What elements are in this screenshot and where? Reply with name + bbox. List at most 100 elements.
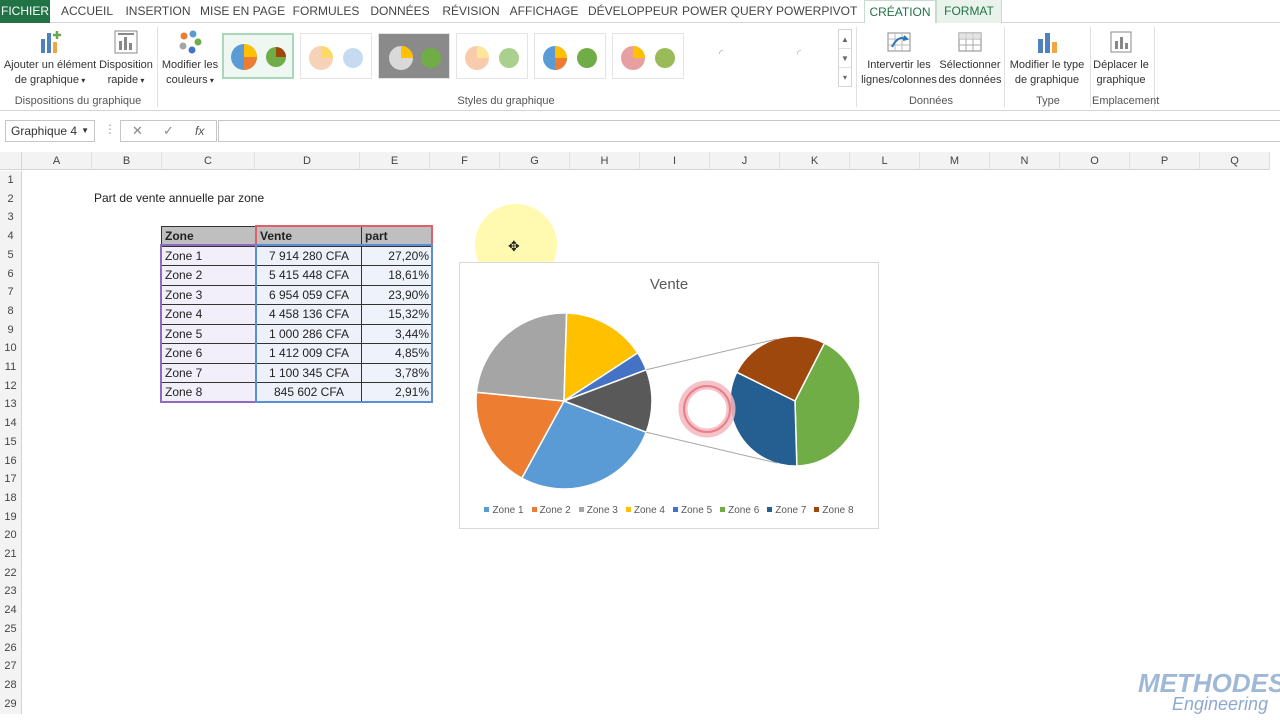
row-header[interactable]: 7 (0, 283, 22, 303)
column-header[interactable]: M (920, 152, 990, 170)
column-header[interactable]: C (162, 152, 255, 170)
cell-part[interactable]: 18,61% (361, 265, 433, 286)
cell-part[interactable]: 3,78% (361, 362, 433, 383)
chart-title[interactable]: Vente (460, 276, 878, 293)
column-header[interactable]: G (500, 152, 570, 170)
column-header[interactable]: B (92, 152, 162, 170)
chart-plot-area[interactable] (460, 293, 878, 533)
row-header[interactable]: 3 (0, 208, 22, 228)
chart-style-4[interactable] (456, 33, 528, 79)
pie-slice-zone-3[interactable] (475, 312, 568, 402)
cell-vente[interactable]: 6 954 059 CFA (256, 284, 362, 305)
row-header[interactable]: 4 (0, 227, 22, 247)
tab-creation[interactable]: CRÉATION (864, 0, 936, 24)
pie-of-pie-chart[interactable]: Vente Zone 1 Zone 2 Zone 3 Zone 4 Zone 5 Zone… (459, 262, 879, 529)
tab-revision[interactable]: RÉVISION (440, 0, 502, 23)
column-header[interactable]: J (710, 152, 780, 170)
legend-item[interactable]: Zone 5 (673, 505, 712, 516)
row-header[interactable]: 13 (0, 395, 22, 415)
scroll-down-icon[interactable]: ▼ (839, 49, 851, 68)
tab-affichage[interactable]: AFFICHAGE (508, 0, 580, 23)
header-zone[interactable]: Zone (161, 226, 257, 247)
chart-style-6[interactable] (612, 33, 684, 79)
legend-item[interactable]: Zone 8 (814, 505, 854, 516)
chart-style-1[interactable] (222, 33, 294, 79)
insert-function-icon[interactable]: fx (195, 124, 204, 138)
row-header[interactable]: 20 (0, 526, 22, 546)
cell-zone[interactable]: Zone 3 (161, 284, 257, 305)
switch-row-column-button[interactable]: Intervertir les lignes/colonnes (860, 29, 938, 88)
column-header[interactable]: L (850, 152, 920, 170)
row-header[interactable]: 22 (0, 563, 22, 583)
cell-part[interactable]: 15,32% (361, 304, 433, 325)
tab-mise-en-page[interactable]: MISE EN PAGE (200, 0, 285, 23)
cell-vente[interactable]: 1 412 009 CFA (256, 343, 362, 364)
row-header[interactable]: 19 (0, 507, 22, 527)
select-data-button[interactable]: Sélectionner des données (938, 29, 1002, 88)
column-header[interactable]: A (22, 152, 92, 170)
cell-part[interactable]: 2,91% (361, 382, 433, 403)
row-header[interactable]: 15 (0, 432, 22, 452)
cell-zone[interactable]: Zone 1 (161, 245, 257, 266)
row-header[interactable]: 25 (0, 619, 22, 639)
cell-part[interactable]: 27,20% (361, 245, 433, 266)
cell-zone[interactable]: Zone 4 (161, 304, 257, 325)
row-header[interactable]: 6 (0, 264, 22, 284)
row-header[interactable]: 28 (0, 675, 22, 695)
row-header[interactable]: 24 (0, 601, 22, 621)
row-header[interactable]: 26 (0, 638, 22, 658)
tab-insertion[interactable]: INSERTION (124, 0, 192, 23)
row-header[interactable]: 18 (0, 488, 22, 508)
legend-item[interactable]: Zone 2 (531, 505, 571, 516)
column-header[interactable]: E (360, 152, 430, 170)
row-header[interactable]: 10 (0, 339, 22, 359)
column-header[interactable]: F (430, 152, 500, 170)
column-header[interactable]: D (255, 152, 360, 170)
move-chart-button[interactable]: Déplacer le graphique (1092, 29, 1150, 88)
enter-icon[interactable]: ✓ (163, 123, 174, 139)
cell-part[interactable]: 3,44% (361, 323, 433, 344)
cell-vente[interactable]: 4 458 136 CFA (256, 304, 362, 325)
header-part[interactable]: part (361, 226, 433, 247)
row-header[interactable]: 12 (0, 376, 22, 396)
row-header[interactable]: 23 (0, 582, 22, 602)
column-header[interactable]: N (990, 152, 1060, 170)
row-header[interactable]: 2 (0, 189, 22, 209)
change-colors-button[interactable]: Modifier les couleurs ▾ (160, 29, 220, 88)
chart-style-5[interactable] (534, 33, 606, 79)
row-header[interactable]: 1 (0, 171, 22, 190)
cell-vente[interactable]: 1 100 345 CFA (256, 362, 362, 383)
row-header[interactable]: 27 (0, 657, 22, 677)
header-vente[interactable]: Vente (256, 226, 362, 247)
select-all-corner[interactable] (0, 152, 22, 170)
row-header[interactable]: 14 (0, 414, 22, 434)
column-header[interactable]: K (780, 152, 850, 170)
tab-power-query[interactable]: POWER QUERY (682, 0, 773, 23)
chart-style-2[interactable] (300, 33, 372, 79)
tab-accueil[interactable]: ACCUEIL (56, 0, 118, 23)
gallery-scroll[interactable]: ▲ ▼ ▾ (838, 29, 852, 87)
add-chart-element-button[interactable]: Ajouter un élément de graphique ▾ (2, 29, 98, 88)
change-chart-type-button[interactable]: Modifier le type de graphique (1006, 29, 1088, 88)
name-box[interactable]: Graphique 4 ▼ (5, 120, 95, 142)
chart-style-3[interactable] (378, 33, 450, 79)
scroll-up-icon[interactable]: ▲ (839, 30, 851, 49)
row-header[interactable]: 5 (0, 245, 22, 265)
cell-zone[interactable]: Zone 6 (161, 343, 257, 364)
tab-formules[interactable]: FORMULES (290, 0, 362, 23)
tab-fichier[interactable]: FICHIER (0, 0, 50, 23)
row-header[interactable]: 16 (0, 451, 22, 471)
column-header[interactable]: O (1060, 152, 1130, 170)
cell-part[interactable]: 23,90% (361, 284, 433, 305)
row-header[interactable]: 11 (0, 358, 22, 377)
tab-donnees[interactable]: DONNÉES (368, 0, 432, 23)
row-header[interactable]: 8 (0, 301, 22, 321)
cell-part[interactable]: 4,85% (361, 343, 433, 364)
cell-zone[interactable]: Zone 7 (161, 362, 257, 383)
legend-item[interactable]: Zone 1 (484, 505, 524, 516)
row-header[interactable]: 9 (0, 320, 22, 340)
column-header[interactable]: P (1130, 152, 1200, 170)
cell-vente[interactable]: 7 914 280 CFA (256, 245, 362, 266)
row-header[interactable]: 21 (0, 545, 22, 564)
chart-legend[interactable]: Zone 1 Zone 2 Zone 3 Zone 4 Zone 5 Zone 6 Zone… (460, 505, 878, 516)
